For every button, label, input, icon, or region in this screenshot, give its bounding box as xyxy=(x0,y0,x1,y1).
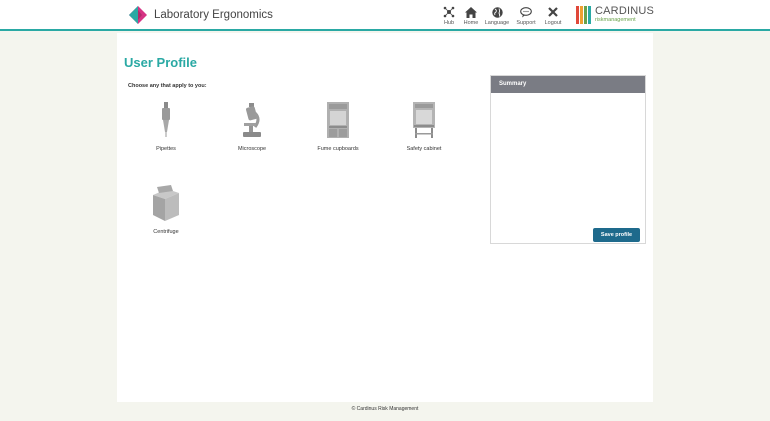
equipment-safety-cabinet[interactable]: Safety cabinet xyxy=(384,100,464,152)
fume-cupboard-icon xyxy=(318,100,358,140)
nav-support[interactable]: Support xyxy=(512,6,540,26)
instruction-text: Choose any that apply to you: xyxy=(128,83,207,89)
equipment-label: Pipettes xyxy=(156,146,176,152)
nav-logout-label: Logout xyxy=(544,20,562,26)
cardinus-subtitle: riskmanagement xyxy=(595,17,636,23)
cardinus-stripes xyxy=(576,6,592,24)
summary-heading: Summary xyxy=(491,76,645,93)
equipment-label: Centrifuge xyxy=(153,229,179,235)
equipment-microscope[interactable]: Microscope xyxy=(212,100,292,152)
nav-hub[interactable]: Hub xyxy=(438,6,460,26)
nav-logout[interactable]: Logout xyxy=(540,6,566,26)
app-title: Laboratory Ergonomics xyxy=(154,9,273,21)
equipment-label: Fume cupboards xyxy=(317,146,359,152)
nav-language[interactable]: Language xyxy=(482,6,512,26)
app-brand[interactable]: Laboratory Ergonomics xyxy=(129,6,273,24)
top-bar: Laboratory Ergonomics Hub Home Language … xyxy=(0,0,770,31)
app-logo-icon xyxy=(129,6,147,24)
safety-cabinet-icon xyxy=(404,100,444,140)
cardinus-logo: CARDINUS riskmanagement xyxy=(576,6,654,24)
chat-icon xyxy=(519,6,533,18)
nav-support-label: Support xyxy=(516,20,536,26)
microscope-icon xyxy=(232,100,272,140)
pipette-icon xyxy=(146,100,186,140)
save-profile-button[interactable]: Save profile xyxy=(593,228,640,242)
summary-panel: Summary Save profile xyxy=(490,75,646,244)
hub-icon xyxy=(442,6,456,18)
footer-copyright: © Cardinus Risk Management xyxy=(351,406,419,412)
equipment-fume-cupboards[interactable]: Fume cupboards xyxy=(298,100,378,152)
equipment-label: Microscope xyxy=(237,146,267,152)
equipment-label: Safety cabinet xyxy=(406,146,442,152)
close-icon xyxy=(546,6,560,18)
equipment-centrifuge[interactable]: Centrifuge xyxy=(126,183,206,235)
nav-language-label: Language xyxy=(484,20,510,26)
nav-home[interactable]: Home xyxy=(460,6,482,26)
centrifuge-icon xyxy=(146,183,186,223)
nav-hub-label: Hub xyxy=(443,20,455,26)
top-nav: Hub Home Language Support Logout xyxy=(438,6,566,26)
home-icon xyxy=(464,6,478,18)
nav-home-label: Home xyxy=(463,20,479,26)
cardinus-name: CARDINUS xyxy=(595,5,655,17)
equipment-pipettes[interactable]: Pipettes xyxy=(126,100,206,152)
globe-icon xyxy=(490,6,504,18)
page-title: User Profile xyxy=(124,55,197,70)
